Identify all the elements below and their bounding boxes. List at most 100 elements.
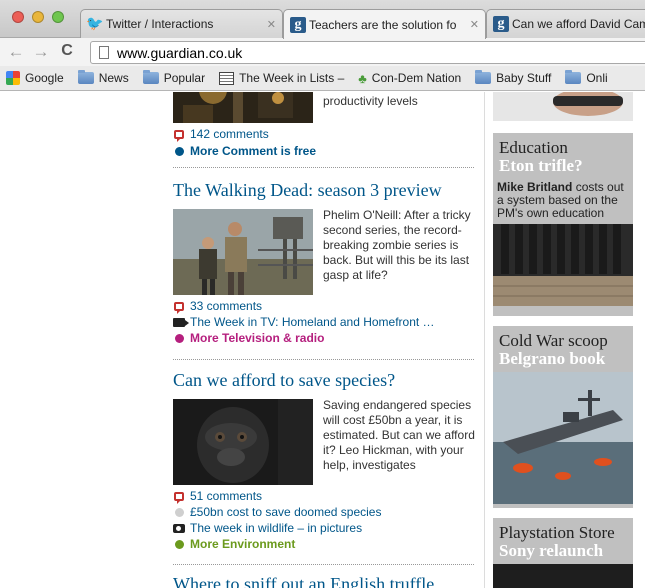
comments-icon — [174, 491, 184, 504]
bookmark-week-in-lists[interactable]: The Week in Lists – — [219, 71, 344, 85]
article-save-species: Can we afford to save species? Saving en… — [173, 369, 475, 552]
article-headline[interactable]: The Walking Dead: season 3 preview — [173, 179, 474, 201]
browser-toolbar: ← → C www.guardian.co.uk — [0, 38, 645, 66]
divider — [173, 359, 474, 360]
related-link[interactable]: The week in wildlife – in pictures — [173, 520, 474, 536]
promo-byline: Mike Britland costs out a system based o… — [493, 179, 633, 224]
google-icon — [6, 71, 20, 85]
bookmark-label: The Week in Lists – — [239, 71, 345, 85]
bookmark-con-dem-nation[interactable]: ♣ Con-Dem Nation — [358, 71, 461, 86]
bookmark-folder-online[interactable]: Onli — [565, 70, 608, 85]
article-thumbnail[interactable] — [173, 399, 313, 485]
promo-subtitle: Sony relaunch — [499, 541, 604, 560]
reload-button[interactable]: C — [57, 42, 77, 60]
bookmark-label: Con-Dem Nation — [371, 71, 462, 85]
comments-link[interactable]: 33 comments — [173, 298, 474, 314]
promo-image-top[interactable] — [493, 92, 633, 121]
article-headline[interactable]: Can we afford to save species? — [173, 369, 474, 391]
comments-icon — [174, 129, 184, 142]
guardian-icon: g — [493, 16, 509, 32]
promo-cold-war[interactable]: Cold War scoop Belgrano book — [493, 326, 633, 508]
close-icon[interactable]: ✕ — [267, 18, 276, 31]
byline-name: Mike Britland — [497, 180, 573, 194]
tab-title: Can we afford David Came — [512, 17, 645, 31]
tree-icon: ♣ — [358, 70, 367, 86]
promo-playstation[interactable]: Playstation Store Sony relaunch — [493, 518, 633, 588]
twitter-icon: 🐦 — [86, 16, 104, 32]
week-icon — [219, 71, 235, 85]
article-thumbnail[interactable] — [173, 209, 313, 295]
url-text: www.guardian.co.uk — [117, 44, 243, 61]
bookmarks-bar: Google News Popular The Week in Lists – … — [0, 66, 645, 91]
address-bar[interactable]: www.guardian.co.uk — [90, 41, 645, 64]
article-walking-dead: The Walking Dead: season 3 preview Pheli… — [173, 179, 474, 346]
more-television-link[interactable]: More Television & radio — [190, 330, 324, 346]
bookmark-label: Google — [25, 71, 64, 85]
section-dot-icon — [174, 146, 184, 156]
promo-image — [493, 564, 633, 588]
comments-count[interactable]: 51 comments — [190, 488, 262, 504]
bookmark-label: Popular — [163, 71, 206, 85]
close-icon[interactable]: ✕ — [470, 18, 479, 31]
back-button[interactable]: ← — [6, 42, 26, 62]
article-comment-is-free: productivity levels 142 comments More Co… — [173, 92, 474, 159]
related-video-link[interactable]: The Week in TV: Homeland and Homefront … — [190, 314, 435, 330]
forward-button[interactable]: → — [31, 42, 51, 62]
bookmark-folder-news[interactable]: News — [77, 70, 129, 85]
column-divider — [484, 92, 485, 588]
bookmark-folder-baby-stuff[interactable]: Baby Stuff — [475, 70, 552, 85]
web-page: productivity levels 142 comments More Co… — [0, 92, 645, 588]
bookmark-label: Onli — [586, 71, 608, 85]
article-headline[interactable]: Where to sniff out an English truffle — [173, 573, 474, 588]
promo-title: Education — [499, 138, 568, 157]
more-comment-is-free-link[interactable]: More Comment is free — [190, 143, 316, 159]
close-window-button[interactable] — [12, 11, 24, 23]
related-gallery-link[interactable]: The week in wildlife – in pictures — [190, 520, 362, 536]
comments-count[interactable]: 142 comments — [190, 126, 269, 142]
guardian-icon: g — [290, 16, 306, 33]
tab-title: Twitter / Interactions — [106, 17, 214, 31]
bookmark-label: News — [98, 71, 129, 85]
comments-count[interactable]: 33 comments — [190, 298, 262, 314]
tab-title: Teachers are the solution fo — [309, 17, 457, 32]
article-standfirst: Saving endangered species will cost £50b… — [323, 398, 475, 472]
video-icon — [173, 317, 189, 327]
divider — [173, 167, 474, 168]
section-dot-icon — [174, 333, 184, 343]
tab-twitter[interactable]: 🐦 Twitter / Interactions ✕ — [80, 9, 283, 38]
bullet-icon — [174, 507, 184, 517]
article-standfirst: Phelim O'Neill: After a tricky second se… — [323, 208, 471, 282]
promo-education[interactable]: Education Eton trifle? Mike Britland cos… — [493, 133, 633, 316]
more-environment-link[interactable]: More Environment — [190, 536, 295, 552]
bookmark-google[interactable]: Google — [6, 71, 64, 85]
bookmark-folder-popular[interactable]: Popular — [142, 70, 206, 85]
comments-link[interactable]: 51 comments — [173, 488, 474, 504]
related-link[interactable]: £50bn cost to save doomed species — [173, 504, 474, 520]
section-link[interactable]: More Environment — [173, 536, 474, 552]
article-thumbnail[interactable] — [173, 92, 313, 123]
tab-strip: 🐦 Twitter / Interactions ✕ g Teachers ar… — [0, 0, 645, 39]
section-dot-icon — [174, 539, 184, 549]
page-icon — [99, 46, 109, 59]
promo-subtitle: Belgrano book — [499, 349, 606, 368]
promo-title: Playstation Store — [499, 523, 615, 542]
comments-link[interactable]: 142 comments — [173, 126, 474, 142]
related-link[interactable]: The Week in TV: Homeland and Homefront … — [173, 314, 474, 330]
folder-icon — [565, 70, 582, 84]
section-link[interactable]: More Television & radio — [173, 330, 474, 346]
folder-icon — [142, 70, 159, 84]
comments-icon — [174, 301, 184, 314]
folder-icon — [77, 70, 94, 84]
article-standfirst: productivity levels — [323, 94, 418, 108]
minimize-window-button[interactable] — [32, 11, 44, 23]
divider — [173, 564, 474, 565]
tab-teachers[interactable]: g Teachers are the solution fo ✕ — [283, 9, 486, 39]
folder-icon — [475, 70, 492, 84]
camera-icon — [173, 523, 185, 533]
related-article-link[interactable]: £50bn cost to save doomed species — [190, 504, 381, 520]
bookmark-label: Baby Stuff — [496, 71, 552, 85]
zoom-window-button[interactable] — [52, 11, 64, 23]
article-english-truffle: Where to sniff out an English truffle — [173, 573, 474, 588]
tab-david-cameron[interactable]: g Can we afford David Came — [486, 9, 645, 38]
section-link[interactable]: More Comment is free — [173, 143, 474, 159]
